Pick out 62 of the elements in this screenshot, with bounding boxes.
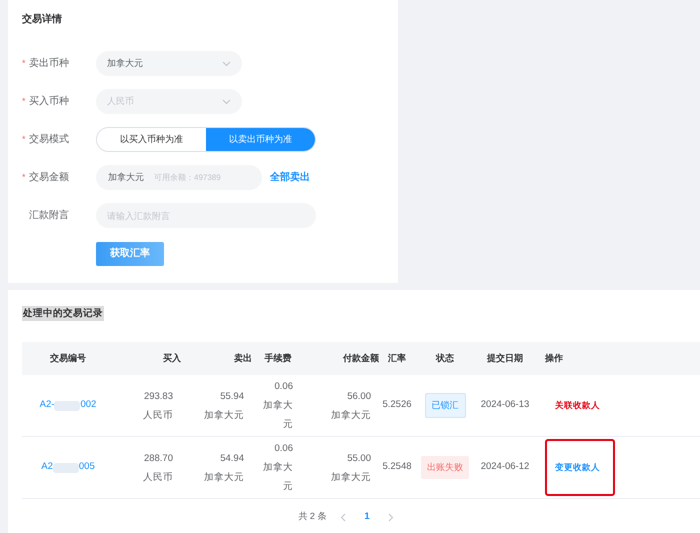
currency-name: 人民币	[143, 408, 173, 422]
currency-name: 人民币	[143, 470, 173, 484]
column-header: 付款金额	[342, 352, 379, 365]
chevron-right-icon[interactable]	[388, 512, 394, 522]
transaction-id[interactable]: A2	[41, 460, 53, 475]
currency-name: 加拿大元	[204, 408, 244, 422]
redaction-blur	[52, 462, 79, 472]
sell-all-link[interactable]: 全部卖出	[270, 170, 310, 185]
field-label: 卖出币种	[29, 56, 69, 71]
action-link[interactable]: 关联收款人	[555, 399, 600, 412]
amount-value: 288.70	[144, 452, 173, 466]
field-label: 买入币种	[29, 94, 69, 109]
field-label: 汇款附言	[29, 208, 69, 223]
column-header: 买入	[162, 352, 181, 365]
section-title: 处理中的交易记录	[22, 306, 104, 321]
currency-name: 元	[283, 480, 293, 494]
mode-option[interactable]: 以卖出币种为准	[206, 128, 315, 151]
action-link[interactable]: 变更收款人	[555, 461, 600, 474]
required-mark: *	[22, 132, 27, 146]
required-mark: *	[22, 56, 27, 70]
transaction-id[interactable]: 005	[78, 460, 95, 475]
column-header: 状态	[434, 352, 455, 365]
column-header: 提交日期	[486, 352, 524, 365]
column-header: 手续费	[264, 352, 292, 365]
status-tag: 出账失败	[421, 456, 469, 480]
field-label: 交易模式	[29, 132, 69, 147]
amount-value: 56.00	[347, 390, 371, 404]
amount-value: 55.94	[220, 390, 244, 404]
status-tag: 已锁汇	[424, 392, 466, 418]
amount-value: 54.94	[220, 452, 244, 466]
amount-value: 293.83	[144, 390, 173, 404]
amount-value: 55.00	[347, 452, 371, 466]
required-mark: *	[22, 94, 27, 108]
get-rate-button[interactable]: 获取汇率	[96, 242, 164, 266]
currency-name: 元	[283, 418, 293, 432]
required-mark: *	[22, 170, 27, 184]
currency-name: 加拿大	[263, 399, 293, 413]
section-title: 交易详情	[22, 12, 63, 27]
fee-value: 0.06	[274, 380, 293, 394]
currency-name: 加拿大	[263, 461, 293, 475]
submit-date: 2024-06-13	[480, 398, 530, 412]
currency-name: 加拿大元	[331, 408, 371, 422]
select-field[interactable]: 加拿大元	[96, 51, 242, 76]
chevron-down-icon	[222, 98, 231, 104]
exchange-rate: 5.2526	[382, 398, 412, 412]
column-header: 汇率	[387, 352, 407, 365]
fee-value: 0.06	[274, 442, 293, 456]
redaction-blur	[54, 400, 80, 410]
chevron-left-icon[interactable]	[340, 512, 346, 522]
page-number[interactable]: 1	[360, 510, 374, 524]
exchange-rate: 5.2548	[382, 460, 412, 474]
transaction-id[interactable]: A2-	[40, 398, 54, 413]
field-label: 交易金额	[29, 170, 69, 185]
currency-name: 加拿大元	[204, 470, 244, 484]
currency-name: 加拿大元	[331, 470, 371, 484]
transaction-id[interactable]: 002	[80, 398, 96, 413]
column-header: 操作	[544, 352, 564, 365]
total-count: 共 2 条	[298, 510, 326, 524]
submit-date: 2024-06-12	[480, 460, 530, 474]
chevron-down-icon	[222, 60, 231, 66]
column-header: 卖出	[233, 352, 252, 365]
column-header: 交易编号	[49, 352, 87, 365]
